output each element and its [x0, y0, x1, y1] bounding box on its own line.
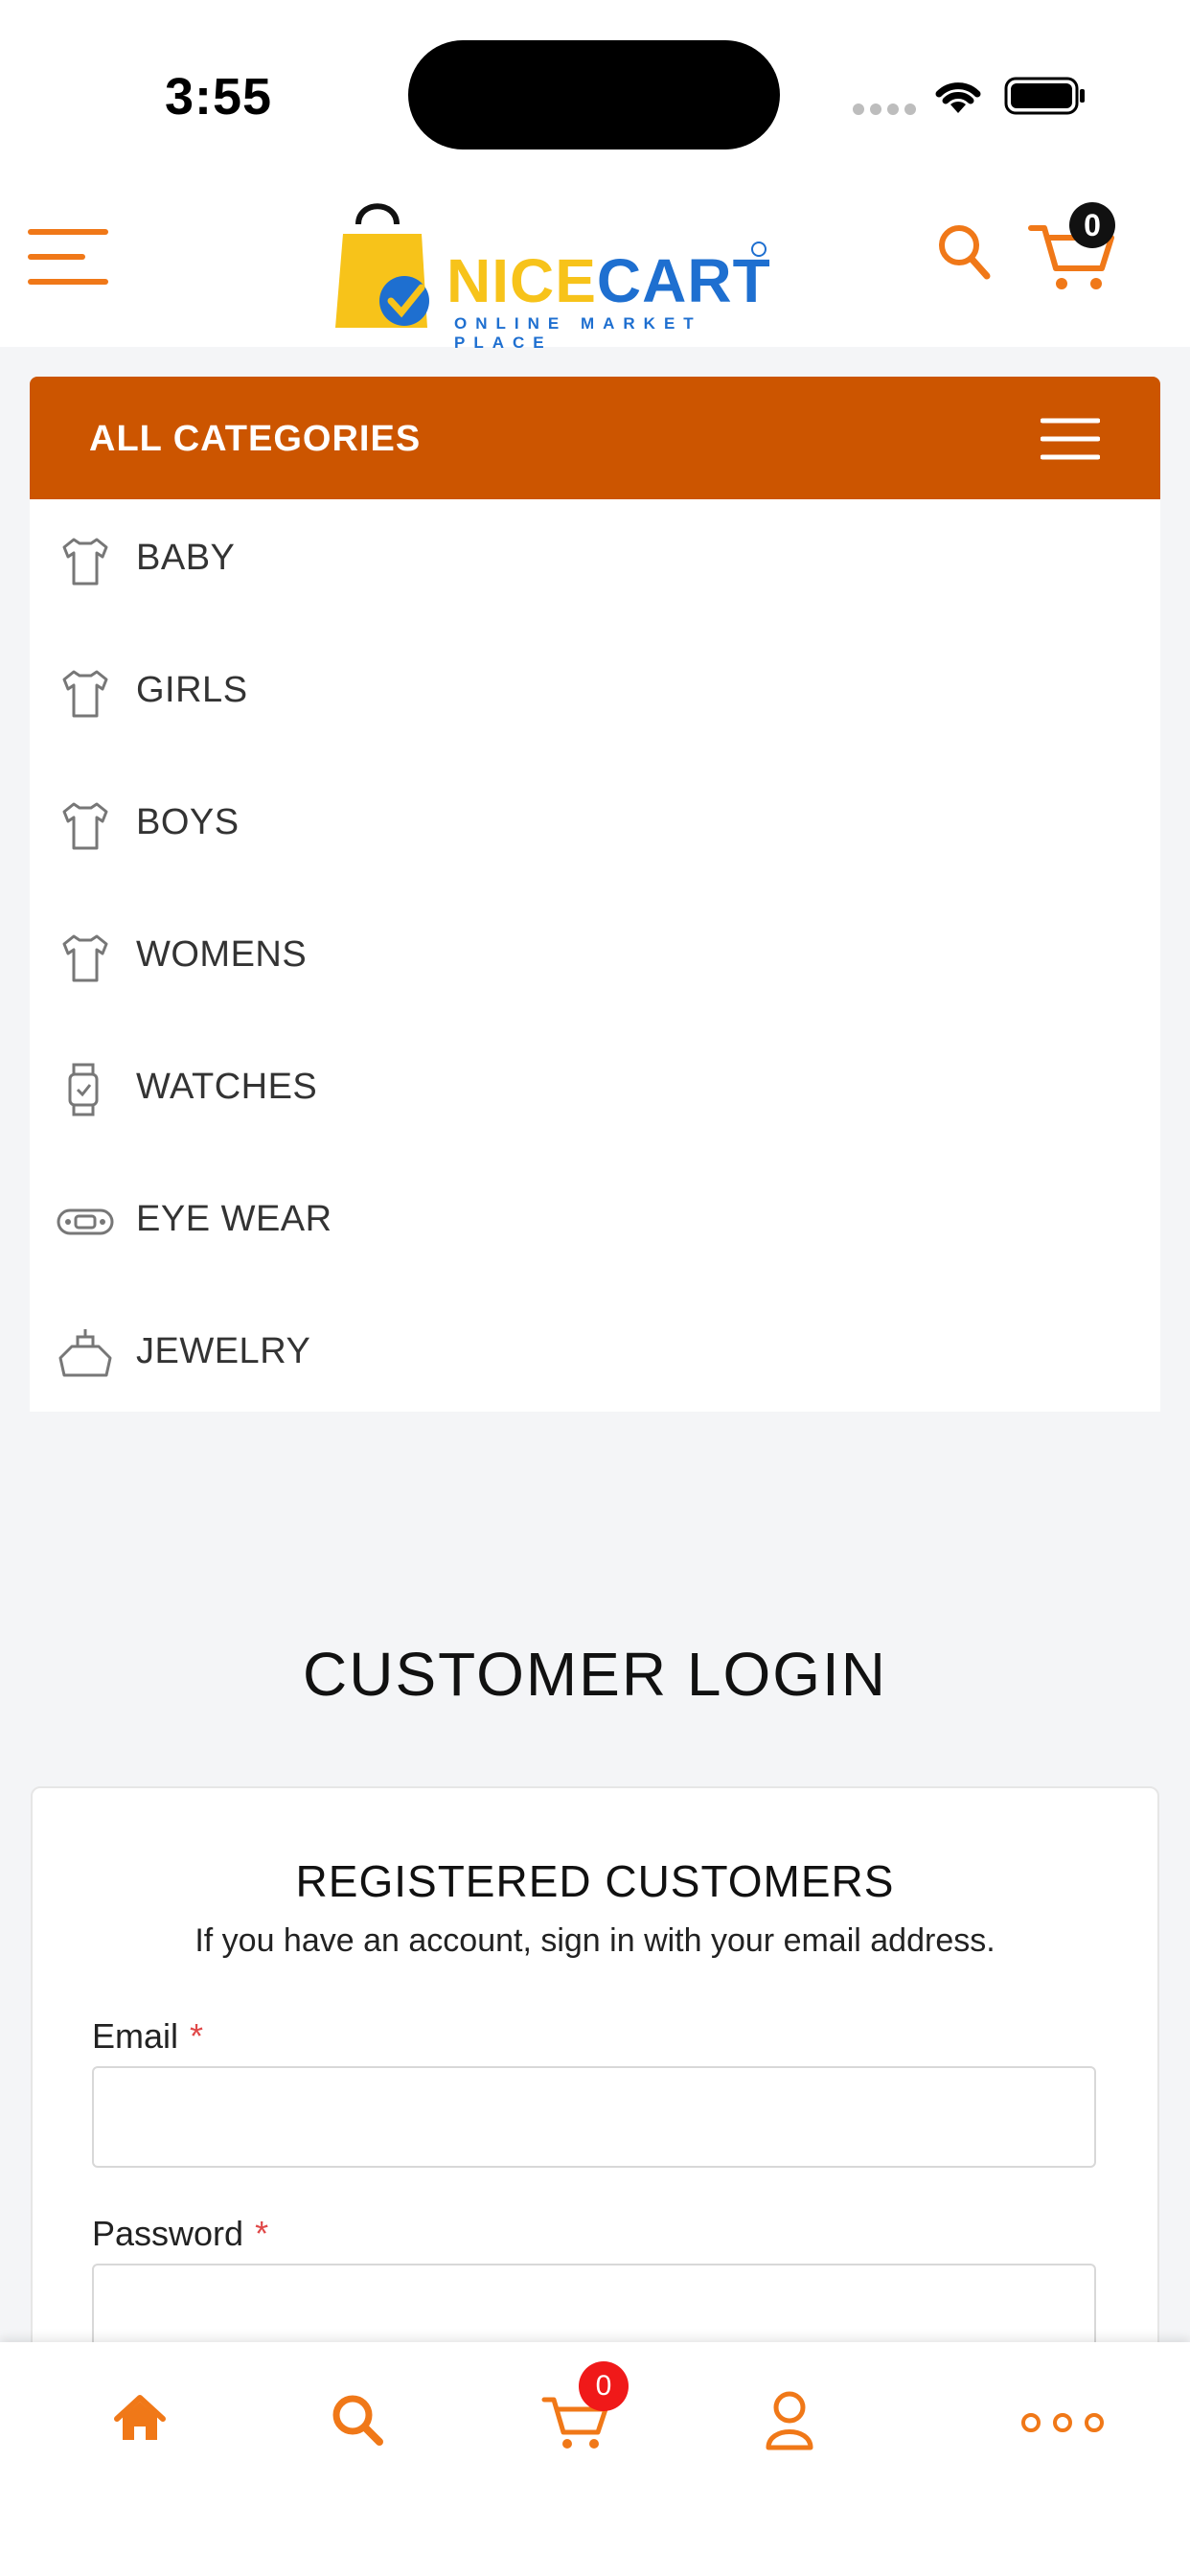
- account-icon[interactable]: [763, 2380, 816, 2457]
- tshirt-icon: [62, 538, 108, 586]
- category-label: BABY: [136, 538, 236, 578]
- category-label: GIRLS: [136, 670, 248, 710]
- jewelry-icon: [58, 1329, 112, 1377]
- tshirt-icon: [62, 934, 108, 982]
- email-label: Email *: [92, 2016, 204, 2056]
- hamburger-menu-icon[interactable]: [27, 226, 109, 288]
- category-label: JEWELRY: [136, 1331, 311, 1371]
- all-categories-toggle[interactable]: ALL CATEGORIES: [30, 377, 1160, 499]
- dynamic-island: [408, 40, 780, 150]
- category-item-baby[interactable]: BABY: [30, 499, 1160, 632]
- logo-tagline: ONLINE MARKET PLACE: [454, 314, 702, 352]
- search-icon[interactable]: [935, 220, 993, 282]
- status-time: 3:55: [165, 68, 273, 126]
- logo-wordmark: NICECART: [446, 246, 771, 315]
- category-item-womens[interactable]: WOMENS: [30, 896, 1160, 1028]
- required-mark: *: [255, 2214, 269, 2253]
- eyewear-icon: [57, 1208, 114, 1235]
- category-item-boys[interactable]: BOYS: [30, 764, 1160, 896]
- tshirt-icon: [62, 802, 108, 850]
- category-label: WOMENS: [136, 934, 308, 975]
- cellular-signal-icon: [853, 104, 916, 115]
- password-label: Password *: [92, 2214, 269, 2253]
- category-item-girls[interactable]: GIRLS: [30, 632, 1160, 764]
- category-item-watches[interactable]: WATCHES: [30, 1028, 1160, 1161]
- search-icon[interactable]: [328, 2380, 385, 2457]
- nicecart-logo[interactable]: NICECART ONLINE MARKET PLACE: [330, 196, 780, 352]
- all-categories-title: ALL CATEGORIES: [89, 419, 422, 459]
- registered-mark-icon: [751, 242, 767, 257]
- battery-icon: [1004, 77, 1085, 115]
- category-label: BOYS: [136, 802, 240, 842]
- categories-menu-icon: [1041, 418, 1100, 460]
- cart-count-badge: 0: [1069, 202, 1115, 248]
- category-item-eye-wear[interactable]: EYE WEAR: [30, 1161, 1160, 1293]
- email-field[interactable]: [92, 2066, 1096, 2168]
- registered-customers-title: REGISTERED CUSTOMERS: [295, 1856, 895, 1906]
- cart-count-badge: 0: [579, 2361, 629, 2411]
- required-mark: *: [190, 2016, 204, 2056]
- customer-login-title: CUSTOMER LOGIN: [303, 1640, 887, 1709]
- more-icon[interactable]: [1019, 2380, 1106, 2457]
- registered-customers-subtitle: If you have an account, sign in with you…: [195, 1922, 995, 1959]
- watch-icon: [68, 1063, 99, 1116]
- bottom-navigation: 0: [0, 2342, 1190, 2576]
- category-label: WATCHES: [136, 1067, 318, 1107]
- tshirt-icon: [62, 670, 108, 718]
- category-item-jewelry[interactable]: JEWELRY: [30, 1293, 1160, 1425]
- category-label: EYE WEAR: [136, 1199, 332, 1239]
- shopping-bag-logo-icon: [335, 203, 429, 328]
- home-icon[interactable]: [111, 2380, 169, 2457]
- app-header: NICECART ONLINE MARKET PLACE 0: [0, 182, 1190, 352]
- status-bar: 3:55: [0, 0, 1190, 182]
- wifi-icon: [935, 82, 981, 113]
- category-list: BABY GIRLS BOYS WOMENS WATCHES EYE WEAR …: [30, 499, 1160, 1412]
